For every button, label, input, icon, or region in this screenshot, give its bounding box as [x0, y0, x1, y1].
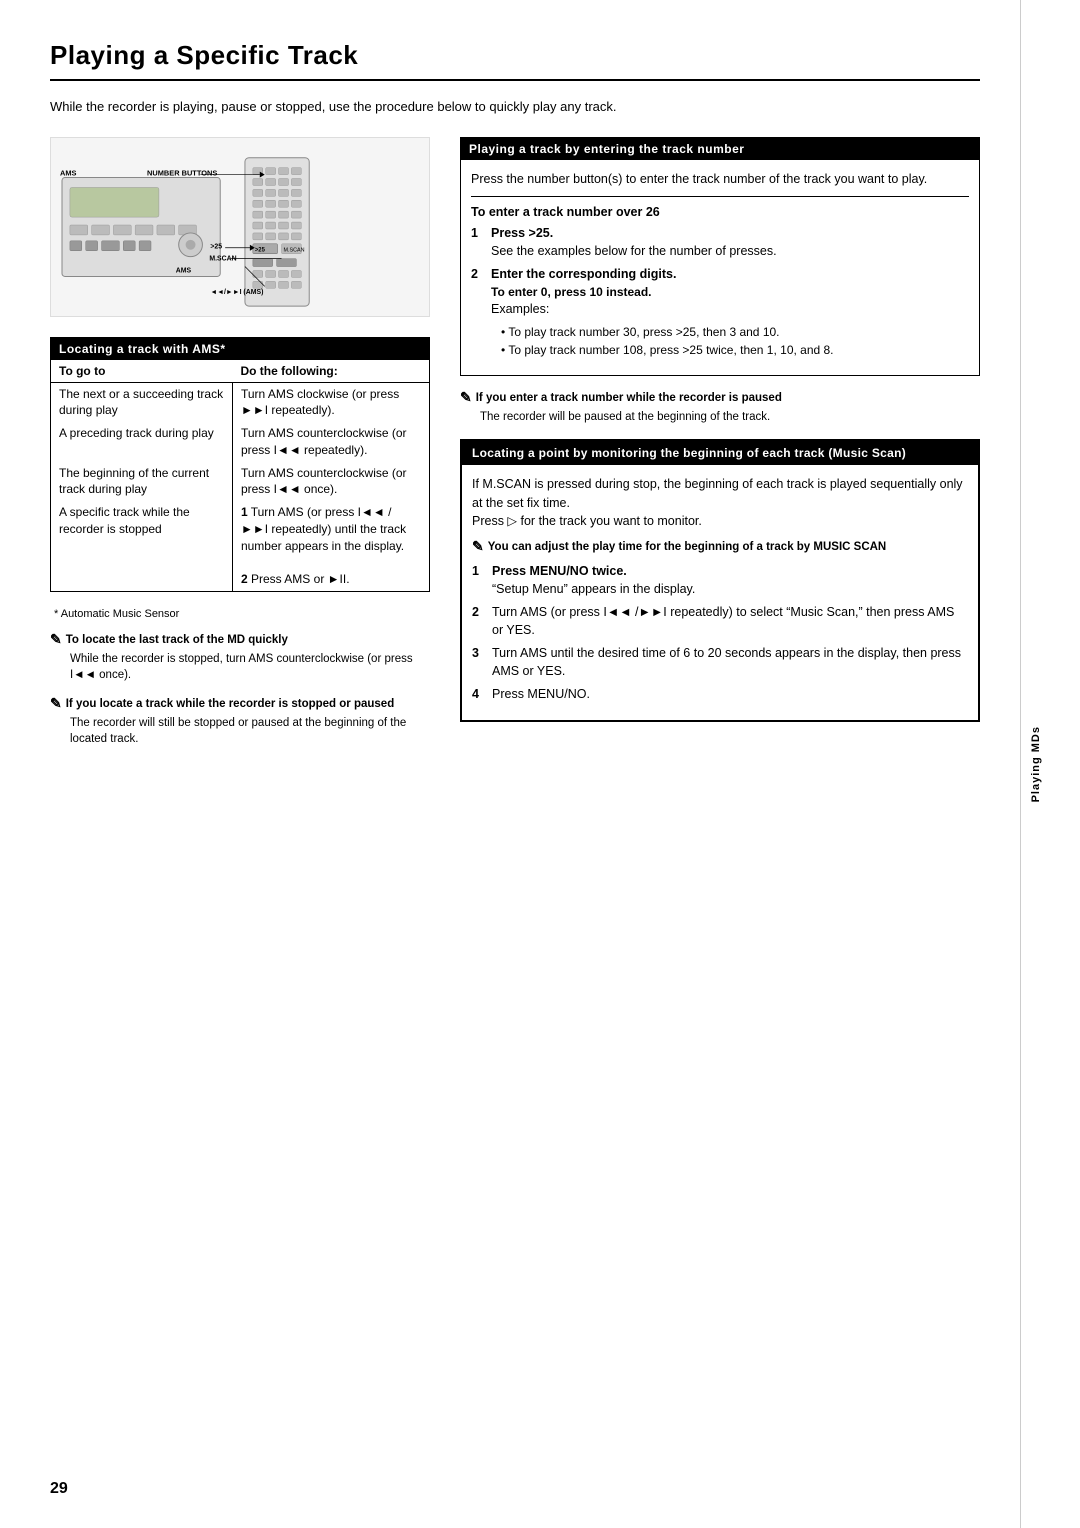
- ams-row-do-3: 1 Turn AMS (or press I◄◄ / ►►I repeatedl…: [232, 501, 429, 591]
- device-illustration: AMS: [50, 137, 430, 317]
- locating-ams-header: Locating a track with AMS*: [51, 338, 429, 360]
- step2: 2 Enter the corresponding digits. To ent…: [471, 266, 969, 363]
- music-scan-tip: ✎ You can adjust the play time for the b…: [472, 539, 968, 555]
- step1-num: 1: [471, 225, 485, 260]
- svg-text:NUMBER BUTTONS: NUMBER BUTTONS: [147, 168, 217, 177]
- tip-stopped-icon: ✎: [50, 696, 62, 710]
- locating-step-num-2: 3: [472, 645, 486, 680]
- ams-row-do-0: Turn AMS clockwise (or press ►►I repeate…: [232, 382, 429, 422]
- page-number: 29: [50, 1480, 68, 1498]
- locating-step-num-1: 2: [472, 604, 486, 639]
- music-scan-tip-title: ✎ You can adjust the play time for the b…: [472, 539, 968, 555]
- tip-paused-icon: ✎: [460, 390, 472, 404]
- step2-sub: To enter 0, press 10 instead.: [491, 285, 652, 299]
- locating-point-inner: If M.SCAN is pressed during stop, the be…: [462, 465, 978, 720]
- bullet-item-1: To play track number 108, press >25 twic…: [501, 341, 969, 359]
- step1-body: See the examples below for the number of…: [491, 244, 777, 258]
- tip-stopped-paused: ✎ If you locate a track while the record…: [50, 696, 430, 747]
- page-title: Playing a Specific Track: [50, 40, 980, 81]
- locating-step-1: 2Turn AMS (or press I◄◄ /►►I repeatedly)…: [472, 604, 968, 639]
- right-tab-label: Playing MDs: [1030, 726, 1042, 802]
- locating-point-intro: If M.SCAN is pressed during stop, the be…: [472, 475, 968, 531]
- left-column: AMS: [50, 137, 430, 759]
- locating-step-3: 4 Press MENU/NO.: [472, 686, 968, 704]
- ams-row-goto-0: The next or a succeeding track during pl…: [51, 382, 232, 422]
- music-scan-tip-title-text: You can adjust the play time for the beg…: [488, 539, 887, 555]
- ams-row-do-1: Turn AMS counterclockwise (or press I◄◄ …: [232, 422, 429, 462]
- two-col-layout: AMS: [50, 137, 980, 759]
- tip-last-track-title-text: To locate the last track of the MD quick…: [66, 632, 288, 648]
- locating-step-2: 3Turn AMS until the desired time of 6 to…: [472, 645, 968, 680]
- tip-paused-title-text: If you enter a track number while the re…: [476, 390, 782, 406]
- step2-content: Enter the corresponding digits. To enter…: [491, 266, 969, 363]
- locating-point-section: Locating a point by monitoring the begin…: [460, 439, 980, 722]
- ams-footnote: * Automatic Music Sensor: [50, 608, 430, 620]
- tip-last-track-title: ✎ To locate the last track of the MD qui…: [50, 632, 430, 648]
- music-scan-tip-icon: ✎: [472, 539, 484, 553]
- svg-text:>25: >25: [210, 243, 222, 250]
- step1: 1 Press >25. See the examples below for …: [471, 225, 969, 260]
- page-container: Playing a Specific Track While the recor…: [0, 0, 1080, 1528]
- ams-row-goto-3: A specific track while the recorder is s…: [51, 501, 232, 591]
- svg-text:◄◄/►►I (AMS): ◄◄/►►I (AMS): [210, 289, 263, 296]
- locating-step-content-3: Press MENU/NO.: [492, 686, 968, 704]
- ams-col2-header: Do the following:: [232, 360, 429, 383]
- tip-paused: ✎ If you enter a track number while the …: [460, 390, 980, 425]
- tip-paused-body: The recorder will be paused at the begin…: [480, 409, 980, 425]
- tip-stopped-paused-title: ✎ If you locate a track while the record…: [50, 696, 430, 712]
- svg-text:M.SCAN: M.SCAN: [209, 255, 236, 262]
- playing-by-number-section: Playing a track by entering the track nu…: [460, 137, 980, 376]
- playing-by-number-inner: Press the number button(s) to enter the …: [461, 160, 979, 375]
- right-sidebar-tab: Playing MDs: [1020, 0, 1050, 1528]
- tip-paused-title: ✎ If you enter a track number while the …: [460, 390, 980, 406]
- locating-step-content-0: Press MENU/NO twice.“Setup Menu” appears…: [492, 563, 968, 598]
- intro-text: While the recorder is playing, pause or …: [50, 97, 980, 117]
- step1-bold: Press >25.: [491, 226, 553, 240]
- step2-examples-label: Examples:: [491, 302, 549, 316]
- ams-row-goto-2: The beginning of the current track durin…: [51, 462, 232, 502]
- tip-stopped-paused-title-text: If you locate a track while the recorder…: [66, 696, 394, 712]
- svg-text:>25: >25: [255, 247, 266, 253]
- step2-num: 2: [471, 266, 485, 363]
- right-column: Playing a track by entering the track nu…: [460, 137, 980, 759]
- tip-stopped-paused-body: The recorder will still be stopped or pa…: [70, 715, 430, 747]
- locating-step-num-3: 4: [472, 686, 486, 704]
- playing-by-number-header: Playing a track by entering the track nu…: [461, 138, 979, 160]
- bullet-item-0: To play track number 30, press >25, then…: [501, 323, 969, 341]
- step1-content: Press >25. See the examples below for th…: [491, 225, 969, 260]
- main-content: Playing a Specific Track While the recor…: [0, 0, 1020, 1528]
- ams-row-goto-1: A preceding track during play: [51, 422, 232, 462]
- svg-text:AMS: AMS: [176, 267, 192, 274]
- tip-icon: ✎: [50, 632, 62, 646]
- ams-row-do-2: Turn AMS counterclockwise (or press I◄◄ …: [232, 462, 429, 502]
- locating-ams-section: Locating a track with AMS* To go to Do t…: [50, 337, 430, 593]
- locating-step-0: 1Press MENU/NO twice.“Setup Menu” appear…: [472, 563, 968, 598]
- step2-bold: Enter the corresponding digits.: [491, 267, 676, 281]
- tip-last-track: ✎ To locate the last track of the MD qui…: [50, 632, 430, 683]
- locating-steps: 1Press MENU/NO twice.“Setup Menu” appear…: [472, 563, 968, 704]
- locating-point-header: Locating a point by monitoring the begin…: [462, 441, 978, 465]
- svg-text:AMS: AMS: [60, 168, 77, 177]
- locating-step-num-0: 1: [472, 563, 486, 598]
- locating-step-content-1: Turn AMS (or press I◄◄ /►►I repeatedly) …: [492, 604, 968, 639]
- locating-step-content-2: Turn AMS until the desired time of 6 to …: [492, 645, 968, 680]
- tip-last-track-body: While the recorder is stopped, turn AMS …: [70, 651, 430, 683]
- ams-col1-header: To go to: [51, 360, 232, 383]
- svg-text:M.SCAN: M.SCAN: [284, 247, 305, 253]
- ams-table: To go to Do the following: The next or a…: [51, 360, 429, 592]
- playing-by-number-subsection: To enter a track number over 26: [471, 205, 969, 219]
- playing-by-number-intro: Press the number button(s) to enter the …: [471, 170, 969, 189]
- step2-bullets: To play track number 30, press >25, then…: [501, 323, 969, 359]
